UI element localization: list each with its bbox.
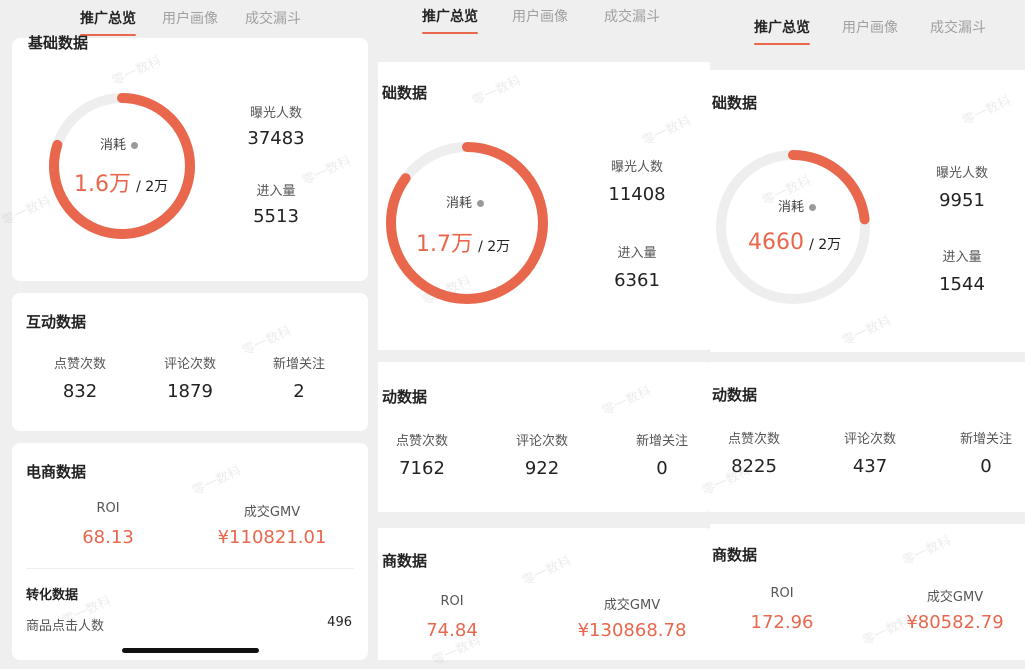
likes-label: 点赞次数 xyxy=(395,434,449,449)
ecommerce-data-card: 商数据 ROI 74.84 成交GMV ¥130868.78 xyxy=(378,528,710,660)
info-icon[interactable] xyxy=(131,142,139,149)
info-icon[interactable] xyxy=(809,204,817,211)
basic-data-title: 础数据 xyxy=(382,84,428,102)
roi-label: ROI xyxy=(770,586,794,601)
ecommerce-data-card: 商数据 ROI 172.96 成交GMV ¥80582.79 xyxy=(710,524,1025,660)
interaction-data-card: 动数据 点赞次数 7162 评论次数 922 新增关注 0 xyxy=(378,362,710,512)
comments-label: 评论次数 xyxy=(515,434,569,449)
ecommerce-data-card: 电商数据 ROI 68.13 成交GMV ¥110821.01 转化数据 商品点… xyxy=(12,443,368,660)
gmv-value: ¥80582.79 xyxy=(906,612,1004,633)
basic-data-card: 基础数据 消耗 1.6万 / 2万 曝光人数 37483 进入量 5513 xyxy=(12,34,368,281)
tab-overview[interactable]: 推广总览 xyxy=(80,8,136,36)
entry-value: 5513 xyxy=(253,206,299,227)
follows-value: 2 xyxy=(293,381,305,402)
comments-label: 评论次数 xyxy=(163,357,217,372)
interaction-data-title: 动数据 xyxy=(712,386,758,404)
comments-value: 437 xyxy=(852,456,888,477)
consume-label: 消耗 xyxy=(778,196,817,215)
conversion-data-title: 转化数据 xyxy=(26,588,79,603)
gmv-value: ¥130868.78 xyxy=(577,620,687,641)
tab-funnel[interactable]: 成交漏斗 xyxy=(245,8,301,28)
follows-value: 0 xyxy=(980,456,992,477)
comments-value: 1879 xyxy=(167,381,213,402)
exposure-label: 曝光人数 xyxy=(610,160,664,175)
follows-label: 新增关注 xyxy=(272,357,326,372)
tab-user-profile[interactable]: 用户画像 xyxy=(842,17,898,37)
likes-value: 832 xyxy=(62,381,98,402)
follows-label: 新增关注 xyxy=(959,432,1013,447)
consume-progress-ring xyxy=(716,150,870,304)
interaction-data-title: 互动数据 xyxy=(26,313,87,331)
tab-user-profile[interactable]: 用户画像 xyxy=(512,6,568,26)
comments-label: 评论次数 xyxy=(843,432,897,447)
tab-user-profile[interactable]: 用户画像 xyxy=(162,8,218,28)
follows-value: 0 xyxy=(656,458,668,479)
ecommerce-data-title: 电商数据 xyxy=(26,463,87,481)
tab-overview[interactable]: 推广总览 xyxy=(754,17,810,45)
section-divider xyxy=(26,568,354,569)
exposure-label: 曝光人数 xyxy=(249,106,303,121)
basic-data-card: 础数据 消耗 4660 / 2万 曝光人数 9951 进入量 1544 xyxy=(710,70,1025,352)
ecommerce-data-title: 商数据 xyxy=(712,546,758,564)
basic-data-card: 础数据 消耗 1.7万 / 2万 曝光人数 11408 进入量 6361 xyxy=(378,62,710,350)
entry-value: 1544 xyxy=(939,274,985,295)
gmv-label: 成交GMV xyxy=(243,505,301,520)
gmv-label: 成交GMV xyxy=(603,598,661,613)
roi-value: 74.84 xyxy=(426,620,478,641)
exposure-value: 9951 xyxy=(939,190,985,211)
comments-value: 922 xyxy=(524,458,560,479)
screenshot-panel-3: 推广总览 用户画像 成交漏斗 础数据 消耗 4660 / 2万 曝光人数 995… xyxy=(710,0,1025,660)
gmv-value: ¥110821.01 xyxy=(217,527,327,548)
exposure-value: 11408 xyxy=(608,184,666,205)
exposure-value: 37483 xyxy=(247,128,305,149)
follows-label: 新增关注 xyxy=(635,434,689,449)
consume-progress-ring xyxy=(386,142,548,304)
likes-value: 8225 xyxy=(731,456,777,477)
roi-value: 68.13 xyxy=(82,527,134,548)
screenshot-panel-1: 推广总览 用户画像 成交漏斗 基础数据 消耗 1.6万 / 2万 曝光人数 37… xyxy=(0,0,378,660)
interaction-data-card: 互动数据 点赞次数 832 评论次数 1879 新增关注 2 xyxy=(12,293,368,431)
product-click-value: 496 xyxy=(327,615,352,630)
tab-bar: 推广总览 用户画像 成交漏斗 xyxy=(710,0,1025,45)
roi-value: 172.96 xyxy=(750,612,814,633)
likes-label: 点赞次数 xyxy=(727,432,781,447)
consume-value: 4660 / 2万 xyxy=(748,230,842,255)
tab-funnel[interactable]: 成交漏斗 xyxy=(930,17,986,37)
consume-value: 1.7万 / 2万 xyxy=(416,232,511,257)
exposure-label: 曝光人数 xyxy=(935,166,989,181)
interaction-data-card: 动数据 点赞次数 8225 评论次数 437 新增关注 0 xyxy=(710,362,1025,512)
entry-label: 进入量 xyxy=(256,184,296,199)
consume-label: 消耗 xyxy=(100,134,139,153)
basic-data-title: 础数据 xyxy=(712,94,758,112)
likes-label: 点赞次数 xyxy=(53,357,107,372)
entry-value: 6361 xyxy=(614,270,660,291)
consume-value: 1.6万 / 2万 xyxy=(74,172,169,197)
likes-value: 7162 xyxy=(399,458,445,479)
entry-label: 进入量 xyxy=(617,246,657,261)
gmv-label: 成交GMV xyxy=(926,590,984,605)
screenshot-panel-2: 推广总览 用户画像 成交漏斗 础数据 消耗 1.7万 / 2万 曝光人数 114… xyxy=(378,0,710,660)
consume-label: 消耗 xyxy=(446,192,485,211)
ecommerce-data-title: 商数据 xyxy=(382,552,428,570)
basic-data-title: 基础数据 xyxy=(28,34,89,52)
tab-funnel[interactable]: 成交漏斗 xyxy=(604,6,660,26)
entry-label: 进入量 xyxy=(942,250,982,265)
tab-overview[interactable]: 推广总览 xyxy=(422,6,478,34)
roi-label: ROI xyxy=(440,594,464,609)
info-icon[interactable] xyxy=(477,200,485,207)
roi-label: ROI xyxy=(96,501,120,516)
interaction-data-title: 动数据 xyxy=(382,388,428,406)
home-indicator xyxy=(122,648,259,653)
product-click-label: 商品点击人数 xyxy=(26,619,105,634)
tab-bar: 推广总览 用户画像 成交漏斗 xyxy=(378,0,710,44)
